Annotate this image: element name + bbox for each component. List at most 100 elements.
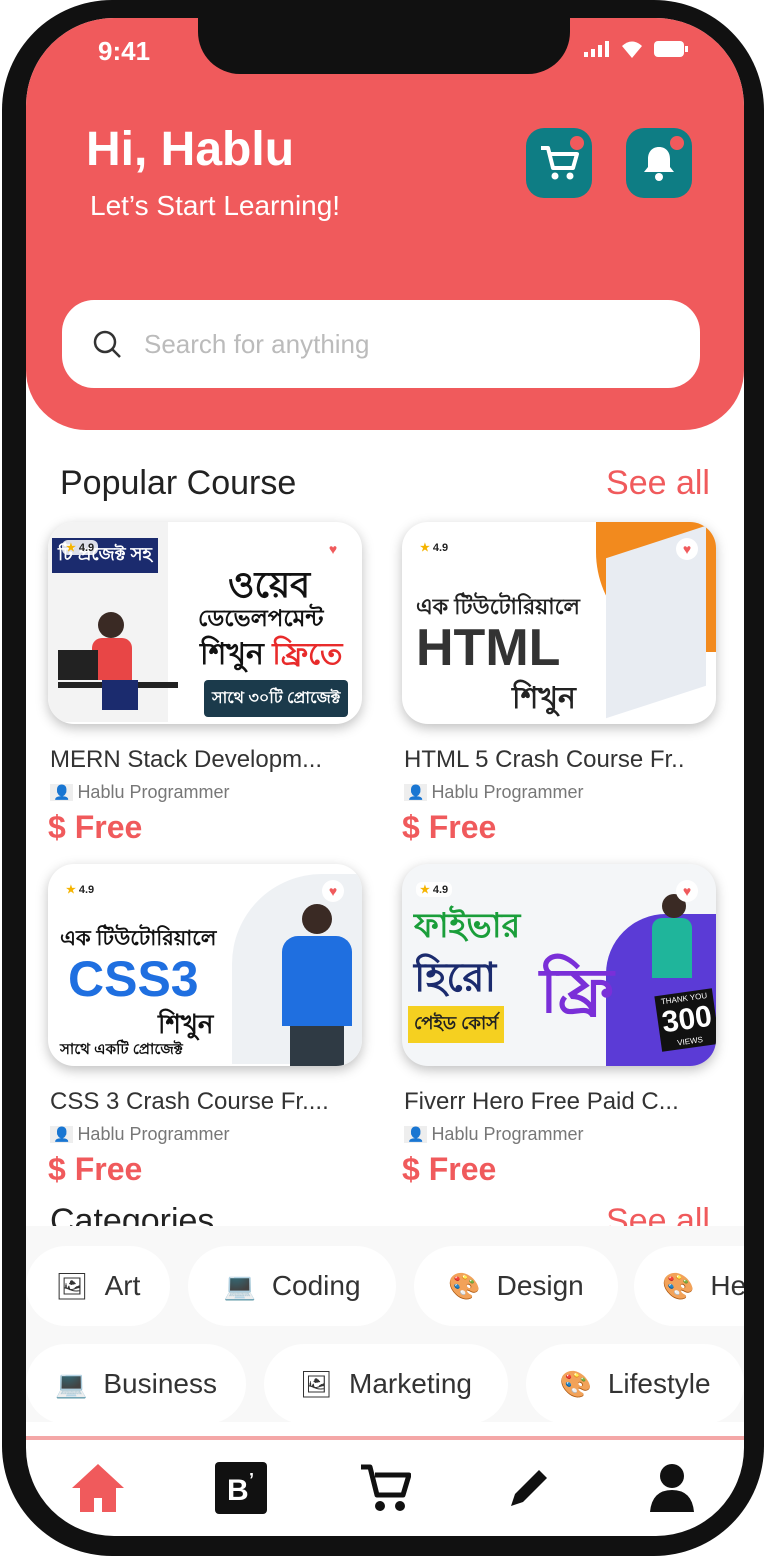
cart-icon	[360, 1464, 411, 1511]
star-icon: ★	[66, 542, 76, 554]
rating-value: 4.9	[78, 883, 95, 896]
signal-icon	[584, 41, 609, 57]
course-price: $ Free	[48, 809, 143, 845]
rating-value: 4.9	[78, 541, 95, 554]
favorite-button[interactable]: ♥	[676, 880, 698, 902]
svg-text:’: ’	[249, 1470, 254, 1490]
heart-icon: ♥	[328, 541, 338, 557]
popular-see-all-link[interactable]: See all	[606, 464, 710, 503]
nav-edit[interactable]	[499, 1458, 559, 1518]
rating-badge: ★ 4.9	[62, 882, 99, 897]
category-chip-marketing[interactable]: 🖼 Marketing	[264, 1344, 508, 1424]
course-thumbnail: এক টিউটোরিয়ালে HTML শিখুন ★ 4.9 ♥	[402, 522, 716, 724]
author-name: Hablu Programmer	[431, 1124, 584, 1144]
home-icon	[71, 1464, 124, 1512]
course-author: 👤 Hablu Programmer	[50, 1124, 364, 1145]
wifi-icon	[622, 41, 642, 58]
thumb-text: হিরো	[414, 956, 497, 1000]
notification-button[interactable]	[626, 128, 692, 198]
profile-icon	[650, 1464, 695, 1512]
palette-icon: 🎨	[662, 1270, 695, 1301]
phone-frame: 9:41 Hi, Hablu Let’s Start Learning! Pop…	[2, 0, 764, 1556]
heart-icon: ♥	[682, 883, 692, 899]
views-badge: THANK YOU 300 VIEWS	[654, 988, 716, 1052]
thumb-footer: সাথে একটি প্রোজেক্ট	[60, 1041, 183, 1058]
thumb-text: শিখুন	[200, 638, 264, 671]
nav-home[interactable]	[68, 1458, 128, 1518]
category-chip-partial[interactable]: 🎨 He	[634, 1246, 744, 1326]
palette-icon: 🎨	[559, 1368, 592, 1399]
header: 9:41 Hi, Hablu Let’s Start Learning!	[26, 18, 744, 430]
rating-badge: ★ 4.9	[62, 540, 99, 555]
developer-illustration	[58, 612, 178, 712]
nav-blog[interactable]: B’	[211, 1458, 271, 1518]
picture-icon: 🖼	[55, 1270, 89, 1301]
category-label: He	[710, 1270, 744, 1301]
category-label: Art	[104, 1270, 141, 1301]
thumb-accent-text: ফ্রিতে	[272, 638, 343, 671]
thumb-text: শিখুন	[512, 682, 576, 715]
user-icon: 👤	[404, 1126, 428, 1143]
course-author: 👤 Hablu Programmer	[50, 782, 364, 803]
course-thumbnail: টি প্রজেক্ট সহ ওয়েব ডেভেলপমেন্ট শিখুন ফ…	[48, 522, 362, 724]
course-price: $ Free	[402, 809, 497, 845]
status-icons	[584, 40, 688, 58]
category-chip-coding[interactable]: 💻 Coding	[188, 1246, 396, 1326]
course-title: Fiverr Hero Free Paid C...	[404, 1088, 679, 1115]
category-label: Design	[496, 1270, 584, 1301]
rating-value: 4.9	[432, 883, 449, 896]
notification-badge-dot	[668, 134, 686, 152]
category-chip-art[interactable]: 🖼 Art	[26, 1246, 170, 1326]
status-time: 9:41	[98, 36, 151, 66]
star-icon: ★	[420, 542, 430, 554]
course-title: HTML 5 Crash Course Fr..	[404, 746, 685, 773]
author-name: Hablu Programmer	[77, 1124, 230, 1144]
category-chip-lifestyle[interactable]: 🎨 Lifestyle	[526, 1344, 744, 1424]
star-icon: ★	[66, 884, 76, 896]
course-card[interactable]: THANK YOU 300 VIEWS ফাইভার হিরো পেইড কোর…	[402, 864, 718, 1188]
pencil-icon	[510, 1470, 547, 1506]
greeting-subtitle: Let’s Start Learning!	[90, 190, 341, 221]
course-price: $ Free	[402, 1151, 497, 1187]
course-thumbnail: এক টিউটোরিয়ালে CSS3 শিখুন সাথে একটি প্র…	[48, 864, 362, 1066]
search-input[interactable]	[142, 327, 626, 361]
course-title: CSS 3 Crash Course Fr....	[50, 1088, 329, 1115]
heart-icon: ♥	[682, 541, 692, 557]
course-author: 👤 Hablu Programmer	[404, 782, 718, 803]
course-card[interactable]: টি প্রজেক্ট সহ ওয়েব ডেভেলপমেন্ট শিখুন ফ…	[48, 522, 364, 846]
popular-course-title: Popular Course	[60, 464, 297, 502]
thumb-footer: সাথে ৩০টি প্রোজেক্ট	[204, 680, 349, 717]
category-chip-design[interactable]: 🎨 Design	[414, 1246, 618, 1326]
course-price: $ Free	[48, 1151, 143, 1187]
thumb-text: HTML	[416, 619, 561, 677]
favorite-button[interactable]: ♥	[322, 880, 344, 902]
picture-icon: 🖼	[300, 1368, 334, 1399]
cart-button[interactable]	[526, 128, 592, 198]
cart-badge-dot	[568, 134, 586, 152]
nav-profile[interactable]	[642, 1458, 702, 1518]
user-icon: 👤	[50, 784, 74, 801]
star-icon: ★	[420, 884, 430, 896]
course-card[interactable]: এক টিউটোরিয়ালে CSS3 শিখুন সাথে একটি প্র…	[48, 864, 364, 1188]
course-card[interactable]: এক টিউটোরিয়ালে HTML শিখুন ★ 4.9 ♥ HTML 5…	[402, 522, 718, 846]
favorite-button[interactable]: ♥	[322, 538, 344, 560]
category-label: Lifestyle	[607, 1368, 711, 1399]
svg-text:B: B	[227, 1474, 249, 1507]
favorite-button[interactable]: ♥	[676, 538, 698, 560]
battery-icon	[654, 41, 688, 57]
search-bar[interactable]	[62, 300, 700, 388]
nav-cart[interactable]	[355, 1458, 415, 1518]
author-name: Hablu Programmer	[431, 782, 584, 802]
category-chip-business[interactable]: 💻 Business	[26, 1344, 246, 1424]
greeting: Hi, Hablu	[86, 123, 295, 176]
category-label: Business	[103, 1368, 217, 1399]
rating-value: 4.9	[432, 541, 449, 554]
app-screen: 9:41 Hi, Hablu Let’s Start Learning! Pop…	[26, 18, 744, 1536]
thumb-accent-text: ফ্রি	[540, 957, 614, 1026]
course-thumbnail: THANK YOU 300 VIEWS ফাইভার হিরো পেইড কোর…	[402, 864, 716, 1066]
search-icon	[93, 330, 121, 358]
palette-icon: 🎨	[448, 1270, 481, 1301]
blog-icon: B’	[215, 1462, 268, 1514]
user-icon: 👤	[50, 1126, 74, 1143]
category-label: Marketing	[349, 1368, 472, 1399]
